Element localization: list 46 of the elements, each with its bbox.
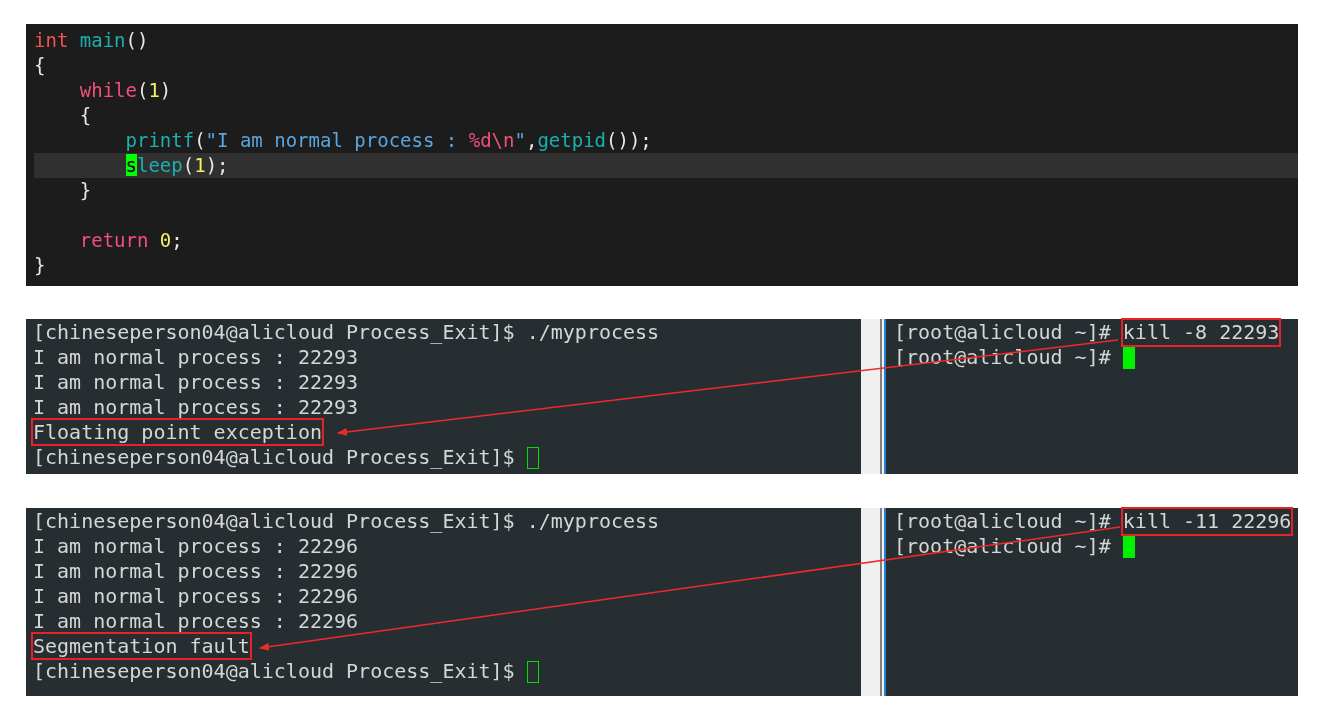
output-line: I am normal process : 22296 [33, 609, 359, 633]
code-token: ( [136, 79, 149, 101]
code-token: () [125, 29, 149, 51]
output-line: I am normal process : 22296 [33, 584, 359, 608]
code-token: " [514, 129, 526, 151]
code-token: int [34, 29, 69, 51]
code-token: ) [159, 79, 172, 101]
code-token: main [78, 29, 126, 51]
output-line: Floating point exception [33, 420, 322, 444]
shell-prompt: [chineseperson04@alicloud Process_Exit]$ [33, 445, 515, 470]
code-token: "I am normal process : [205, 129, 459, 151]
output-line: I am normal process : 22293 [33, 345, 359, 369]
shell-prompt: [chineseperson04@alicloud Process_Exit]$ [33, 509, 515, 534]
code-token: } [78, 179, 92, 201]
code-token: ); [205, 154, 229, 176]
shell-prompt: [chineseperson04@alicloud Process_Exit]$ [33, 320, 515, 345]
shell-prompt: [root@alicloud ~]# [894, 320, 1111, 345]
output-line: I am normal process : 22296 [33, 559, 359, 583]
command-text: kill -11 22296 [1122, 509, 1292, 534]
code-token: leep [136, 154, 183, 176]
shell-prompt: [chineseperson04@alicloud Process_Exit]$ [33, 659, 515, 684]
code-token: 0 [158, 229, 172, 251]
code-token: ( [194, 129, 206, 151]
code-token: ; [171, 229, 183, 251]
shell-prompt: [root@alicloud ~]# [894, 509, 1111, 534]
code-token: ( [182, 154, 195, 176]
output-line: I am normal process : 22293 [33, 370, 359, 394]
output-line: I am normal process : 22296 [33, 534, 359, 558]
code-token: 1 [148, 79, 160, 101]
code-token: ()); [606, 129, 652, 151]
code-token: , [525, 129, 538, 151]
command-text: ./myprocess [526, 509, 660, 534]
code-token: printf [124, 129, 195, 151]
code-token: } [34, 254, 46, 276]
cursor-character: s [125, 154, 137, 176]
code-token: while [78, 79, 137, 101]
output-line: I am normal process : 22293 [33, 395, 359, 419]
code-token: { [78, 104, 92, 126]
command-text: ./myprocess [526, 320, 660, 345]
code-token: %d\n [468, 129, 515, 151]
command-text: kill -8 22293 [1122, 320, 1280, 345]
output-line: Segmentation fault [33, 634, 250, 658]
code-token: return [78, 229, 149, 251]
code-token: 1 [194, 154, 206, 176]
code-token: { [34, 54, 46, 76]
code-token: getpid [537, 129, 607, 151]
